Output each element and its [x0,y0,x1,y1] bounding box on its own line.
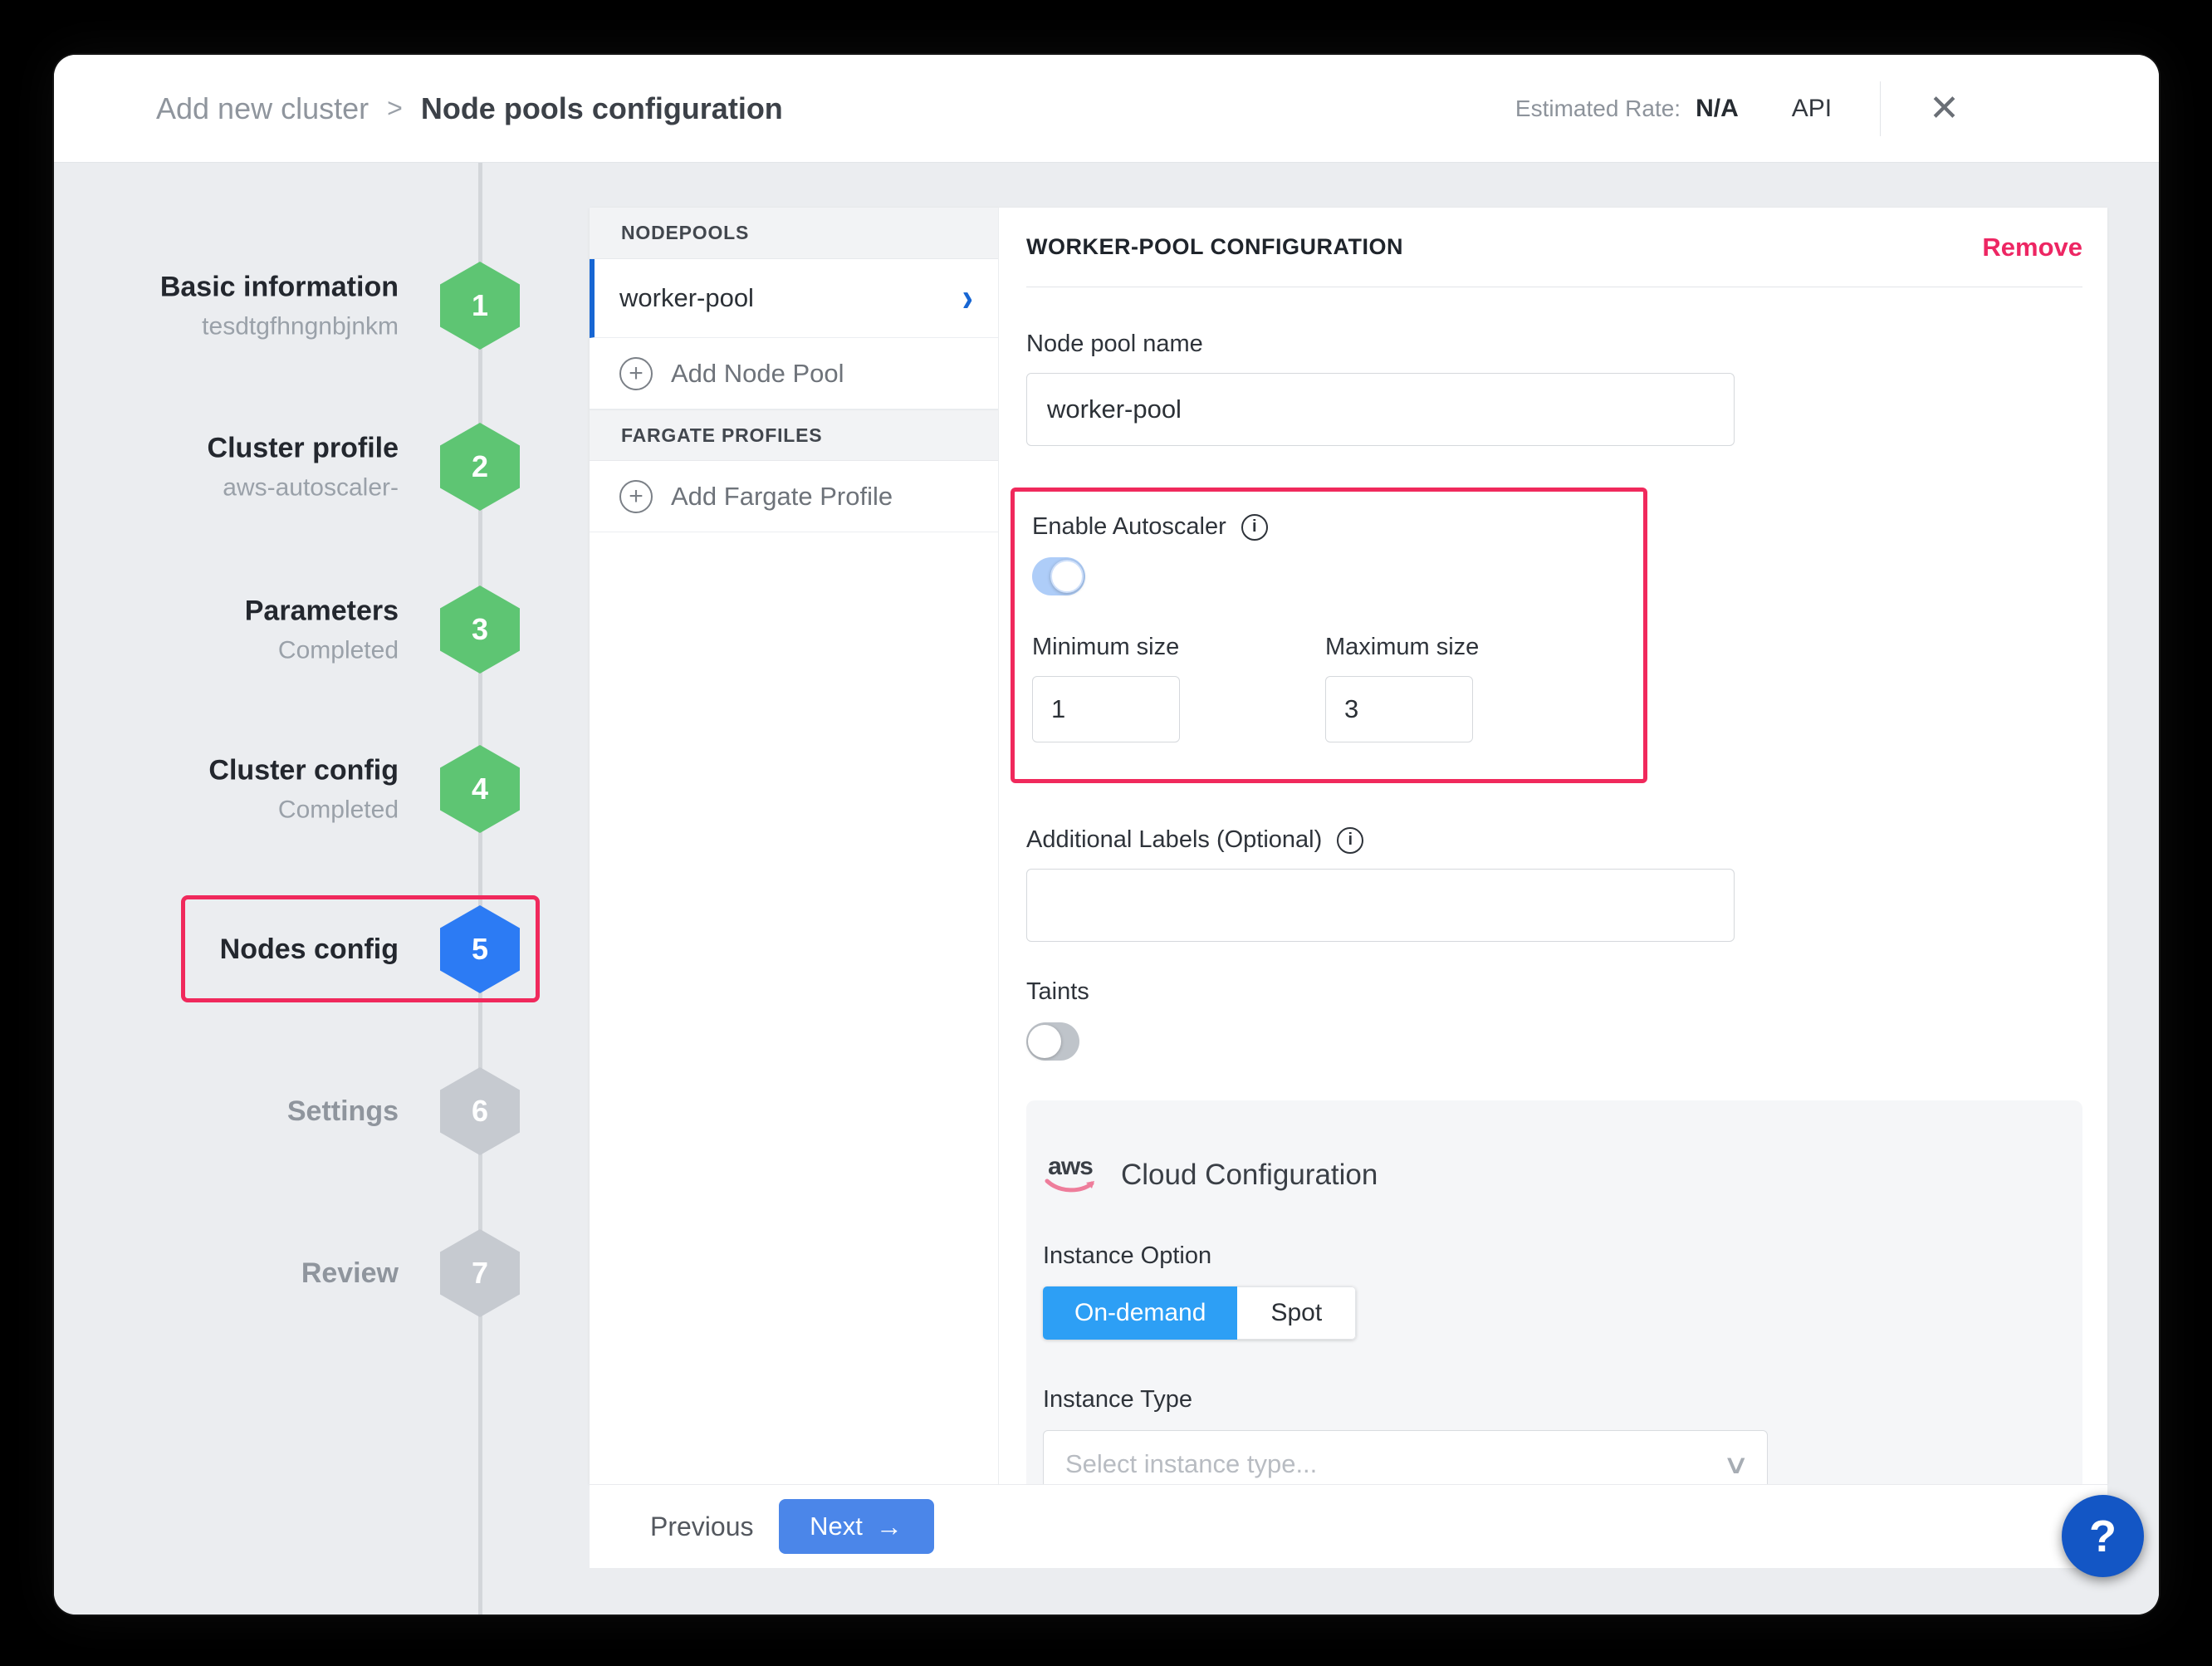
cloud-configuration-title: Cloud Configuration [1121,1159,1378,1192]
chevron-right-icon: › [962,278,973,318]
aws-smile-icon [1045,1178,1096,1194]
plus-circle-icon: + [619,480,653,513]
instance-option-toggle-group: On-demand Spot [1043,1286,1356,1340]
step-title: Nodes config [220,932,399,968]
wizard-footer: Previous Next → [590,1484,2107,1568]
step-number-badge: 6 [440,1067,520,1155]
enable-autoscaler-label: Enable Autoscaler [1032,513,1226,541]
stepper-step-cluster-config[interactable]: Cluster config Completed 4 [54,745,590,833]
step-title: Basic information [160,269,399,305]
page-title: Node pools configuration [421,91,783,126]
step-title: Review [301,1256,399,1291]
arrow-right-icon: → [876,1513,903,1540]
nodepool-item-worker-pool[interactable]: worker-pool › [590,259,998,338]
step-title: Cluster config [208,752,399,788]
step-title: Settings [287,1094,399,1129]
add-node-pool-label: Add Node Pool [671,359,844,389]
config-header: WORKER-POOL CONFIGURATION Remove [1026,208,2082,287]
previous-button[interactable]: Previous [650,1512,754,1542]
minimum-size-input[interactable] [1032,676,1180,742]
header-actions: Estimated Rate: N/A API ✕ [1515,81,1960,136]
maximum-size-label: Maximum size [1325,634,1618,661]
minimum-size-label: Minimum size [1032,634,1325,661]
step-number-badge: 3 [440,586,520,674]
add-node-pool-button[interactable]: + Add Node Pool [590,338,998,409]
additional-labels-label: Additional Labels (Optional) [1026,826,1322,854]
step-number-badge: 5 [440,905,520,993]
stepper-step-review[interactable]: Review 7 [54,1229,590,1317]
instance-option-label: Instance Option [1043,1242,2061,1270]
enable-autoscaler-toggle[interactable] [1032,557,1085,595]
step-number-badge: 1 [440,262,520,350]
autoscaler-highlight-box: Enable Autoscaler i Minimum size [1011,488,1647,783]
add-fargate-profile-button[interactable]: + Add Fargate Profile [590,461,998,532]
help-icon: ? [2089,1511,2117,1562]
stepper-step-parameters[interactable]: Parameters Completed 3 [54,586,590,674]
spot-option-button[interactable]: Spot [1237,1286,1356,1340]
estimated-rate-label: Estimated Rate: [1515,96,1681,122]
taints-toggle[interactable] [1026,1022,1079,1061]
stepper-step-cluster-profile[interactable]: Cluster profile aws-autoscaler- 2 [54,423,590,511]
chevron-down-icon: ∨ [1722,1448,1750,1480]
step-subtitle: Completed [278,793,399,826]
help-button[interactable]: ? [2062,1495,2144,1577]
nodepools-panel: NODEPOOLS worker-pool › + Add Node Pool … [590,208,999,1484]
step-number-badge: 4 [440,745,520,833]
fargate-section-header: FARGATE PROFILES [590,409,998,461]
panels: NODEPOOLS worker-pool › + Add Node Pool … [590,208,2107,1484]
nodepool-item-label: worker-pool [619,283,754,313]
remove-button[interactable]: Remove [1982,233,2082,262]
modal-header: Add new cluster > Node pools configurati… [54,55,2159,163]
step-number-badge: 7 [440,1229,520,1317]
stepper-step-settings[interactable]: Settings 6 [54,1067,590,1155]
nodepools-section-header: NODEPOOLS [590,208,998,259]
breadcrumb-separator-icon: > [387,93,403,124]
breadcrumb-parent[interactable]: Add new cluster [156,91,369,126]
taints-label: Taints [1026,978,2082,1006]
add-cluster-modal: Add new cluster > Node pools configurati… [54,55,2159,1615]
toggle-knob [1028,1025,1061,1058]
step-subtitle: aws-autoscaler- [223,471,399,503]
additional-labels-input[interactable] [1026,869,1735,942]
stepper-step-nodes-config[interactable]: Nodes config 5 [54,905,590,993]
cloud-configuration-card: aws Cloud Configuration Instance Option … [1026,1100,2082,1484]
instance-type-label: Instance Type [1043,1386,2061,1414]
node-pool-name-label: Node pool name [1026,331,2082,358]
step-title: Cluster profile [208,430,399,466]
wizard-stepper: Basic information tesdtgfhngnbjnkm 1 Clu… [54,163,590,1615]
instance-type-select[interactable]: Select instance type... ∨ [1043,1430,1768,1484]
info-icon[interactable]: i [1337,827,1363,854]
aws-logo-icon: aws [1043,1155,1098,1194]
step-subtitle: tesdtgfhngnbjnkm [202,310,399,342]
api-button[interactable]: API [1792,95,1832,123]
main-area: NODEPOOLS worker-pool › + Add Node Pool … [590,163,2159,1615]
maximum-size-input[interactable] [1325,676,1473,742]
step-title: Parameters [245,593,399,629]
step-number-badge: 2 [440,423,520,511]
modal-body: Basic information tesdtgfhngnbjnkm 1 Clu… [54,163,2159,1615]
step-subtitle: Completed [278,634,399,666]
add-fargate-profile-label: Add Fargate Profile [671,482,893,512]
worker-pool-config-panel: WORKER-POOL CONFIGURATION Remove Node po… [999,208,2107,1484]
toggle-knob [1050,560,1084,593]
stepper-line [478,163,482,1615]
instance-type-placeholder: Select instance type... [1065,1449,1317,1479]
on-demand-option-button[interactable]: On-demand [1043,1286,1237,1340]
info-icon[interactable]: i [1241,514,1268,541]
plus-circle-icon: + [619,357,653,390]
estimated-rate-value: N/A [1696,95,1739,123]
header-divider [1880,81,1881,136]
close-icon[interactable]: ✕ [1929,91,1960,127]
next-button-label: Next [810,1512,863,1541]
config-title: WORKER-POOL CONFIGURATION [1026,234,1403,260]
stepper-step-basic-information[interactable]: Basic information tesdtgfhngnbjnkm 1 [54,262,590,350]
next-button[interactable]: Next → [779,1499,934,1554]
node-pool-name-input[interactable] [1026,373,1735,446]
